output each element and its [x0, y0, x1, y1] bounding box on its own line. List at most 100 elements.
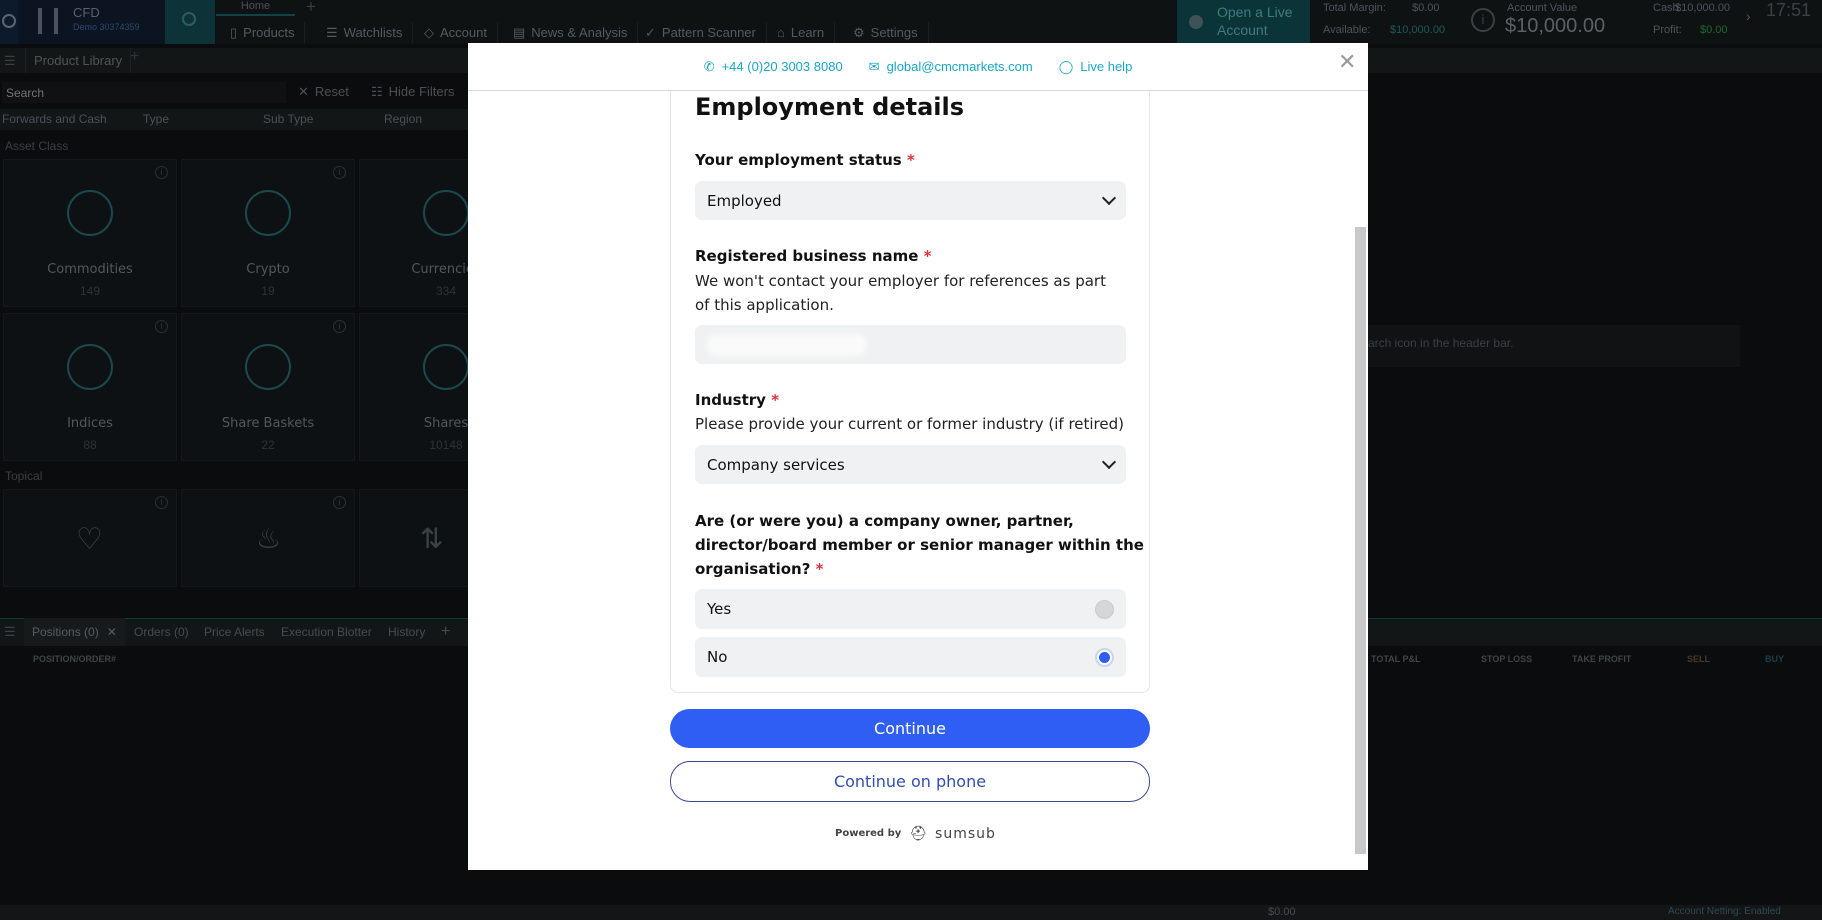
column-take-profit[interactable]: TAKE PROFIT — [1572, 654, 1631, 664]
nav-label: News & Analysis — [531, 25, 628, 40]
tab-history[interactable]: History — [388, 618, 425, 646]
cash: $10,000.00 — [1675, 2, 1731, 14]
filter-type[interactable]: Type — [143, 112, 169, 126]
nav-account[interactable]: ◇ Account — [414, 22, 498, 43]
email-label: global@cmcmarkets.com — [886, 59, 1033, 74]
live-help-link[interactable]: ◯ Live help — [1059, 59, 1133, 75]
nav-learn[interactable]: ⌂ Learn — [767, 22, 836, 43]
tab-product-library[interactable]: Product Library — [25, 48, 132, 73]
column-buy[interactable]: BUY — [1765, 654, 1784, 664]
status-netting: Account Netting: Enabled — [1668, 906, 1781, 917]
column-position[interactable]: POSITION/ORDER# — [33, 654, 116, 664]
basket-icon — [245, 344, 291, 390]
coins-icon — [423, 190, 469, 236]
employment-label: Your employment status * — [695, 151, 915, 169]
nav-news[interactable]: ▤ News & Analysis — [503, 22, 639, 43]
business-name-input[interactable] — [695, 325, 1126, 364]
info-icon[interactable]: i — [333, 166, 346, 179]
info-icon[interactable]: i — [333, 320, 346, 333]
info-icon[interactable]: i — [155, 166, 168, 179]
nav-pattern-scanner[interactable]: ✓ Pattern Scanner — [635, 22, 767, 43]
available-label: Available: — [1323, 24, 1371, 36]
add-tab-icon[interactable]: + — [306, 0, 316, 17]
add-panel-icon[interactable]: + — [130, 48, 139, 66]
required-mark: * — [923, 247, 932, 265]
radio-checked[interactable] — [1095, 647, 1114, 667]
select-value: Employed — [707, 191, 782, 210]
filter-sub-type[interactable]: Sub Type — [263, 112, 313, 126]
tab-positions[interactable]: Positions (0) ✕ — [24, 618, 125, 646]
column-total-pl[interactable]: TOTAL P&L — [1371, 654, 1421, 664]
form-title: Employment details — [695, 93, 965, 121]
user-add-icon — [1189, 15, 1203, 29]
open-live-account-button[interactable]: Open a Live Account — [1177, 0, 1310, 44]
email-link[interactable]: ✉ global@cmcmarkets.com — [869, 59, 1033, 75]
tile-count: 88 — [83, 438, 97, 452]
search-input[interactable] — [2, 82, 286, 103]
tag-icon: ◇ — [424, 24, 434, 40]
sliders-icon: ☷ — [371, 84, 383, 99]
column-sell[interactable]: SELL — [1687, 654, 1710, 664]
info-icon[interactable]: i — [333, 496, 346, 509]
nav-label: Settings — [870, 25, 918, 40]
plant-icon — [67, 190, 113, 236]
phone-link[interactable]: ✆ +44 (0)20 3003 8080 — [704, 59, 843, 75]
filter-region[interactable]: Region — [384, 112, 422, 126]
hide-filters-button[interactable]: ☷ Hide Filters — [371, 84, 454, 100]
tile-favourites[interactable]: i ♡ — [3, 489, 177, 587]
option-yes[interactable]: Yes — [695, 589, 1126, 629]
filter-asset[interactable]: Forwards and Cash — [2, 112, 107, 126]
tab-price-alerts[interactable]: Price Alerts — [204, 618, 265, 646]
option-no[interactable]: No — [695, 637, 1126, 677]
scrollbar-thumb[interactable] — [1355, 227, 1366, 854]
profile-icon[interactable] — [0, 0, 18, 44]
right-panel-header — [1368, 48, 1822, 73]
tile-share-baskets[interactable]: i Share Baskets 22 — [181, 313, 355, 461]
expand-chevron-icon[interactable]: › — [1746, 8, 1751, 24]
radio-unchecked[interactable] — [1095, 599, 1114, 619]
continue-on-phone-button[interactable]: Continue on phone — [670, 761, 1150, 802]
tab-home[interactable]: Home — [216, 0, 295, 16]
phone-label: +44 (0)20 3003 8080 — [721, 59, 843, 74]
employment-select[interactable]: Employed — [695, 181, 1126, 220]
column-stop-loss[interactable]: STOP LOSS — [1481, 654, 1532, 664]
close-icon[interactable]: ✕ — [1338, 49, 1356, 75]
select-value: Company services — [707, 455, 845, 474]
search-button[interactable] — [165, 0, 215, 44]
tile-label: Crypto — [246, 262, 290, 277]
status-bar — [0, 905, 1822, 920]
menu-icon[interactable]: ☰ — [4, 624, 16, 640]
nav-watchlists[interactable]: ☰ Watchlists — [316, 22, 414, 43]
reset-button[interactable]: ✕ Reset — [298, 84, 349, 100]
option-label: Yes — [707, 600, 732, 618]
tile-trending[interactable]: i ♨ — [181, 489, 355, 587]
option-label: No — [707, 648, 728, 666]
info-icon[interactable]: i — [1471, 8, 1495, 32]
tile-count: 149 — [79, 284, 101, 298]
flame-icon: ♨ — [256, 523, 282, 554]
close-icon[interactable]: ✕ — [107, 625, 117, 639]
menu-icon[interactable]: ☰ — [4, 53, 16, 69]
nav-settings[interactable]: ⚙ Settings — [843, 22, 929, 43]
tab-orders[interactable]: Orders (0) — [134, 618, 189, 646]
info-icon[interactable]: i — [155, 496, 168, 509]
tile-crypto[interactable]: i Crypto 19 — [181, 159, 355, 307]
tab-execution-blotter[interactable]: Execution Blotter — [281, 618, 372, 646]
list-icon: ☰ — [326, 24, 338, 40]
nav-products[interactable]: ▯ Products — [220, 22, 306, 43]
continue-button[interactable]: Continue — [670, 709, 1150, 748]
modal-header: ✆ +44 (0)20 3003 8080 ✉ global@cmcmarkets.… — [468, 43, 1368, 91]
industry-select[interactable]: Company services — [695, 445, 1126, 484]
info-icon[interactable]: i — [155, 320, 168, 333]
tile-indices[interactable]: i Indices 88 — [3, 313, 177, 461]
chart-icon — [67, 344, 113, 390]
add-tab-icon[interactable]: + — [441, 618, 450, 646]
total-margin-label: Total Margin: — [1323, 2, 1386, 14]
business-desc: We won't contact your employer for refer… — [695, 272, 1106, 290]
tile-label: Share Baskets — [221, 416, 315, 431]
account-switcher[interactable]: CFD Demo 30374359 — [18, 0, 165, 44]
tile-label: Indices — [67, 416, 113, 431]
tile-commodities[interactable]: i Commodities 149 — [3, 159, 177, 307]
clock: 17:51 — [1766, 0, 1812, 20]
arrows-icon: ⇅ — [420, 523, 444, 554]
